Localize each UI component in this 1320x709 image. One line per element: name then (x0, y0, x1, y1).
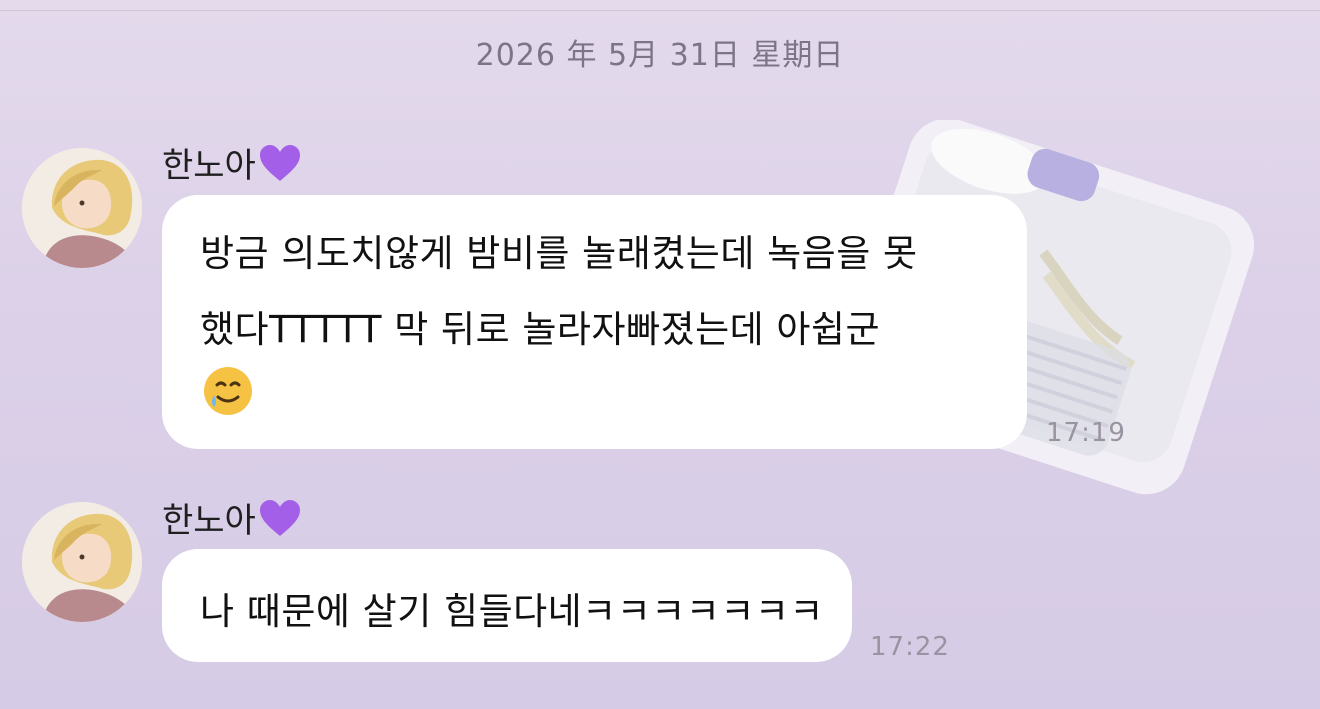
avatar[interactable] (22, 148, 142, 268)
smiling-face-with-tear-icon (204, 367, 252, 415)
sender-name: 한노아 (162, 493, 302, 542)
message-bubble[interactable]: 방금 의도치않게 밤비를 놀래켰는데 녹음을 못 했다TTTTT 막 뒤로 놀라… (162, 195, 1027, 449)
purple-heart-icon (259, 144, 300, 181)
message-line: 나 때문에 살기 힘들다네ㅋㅋㅋㅋㅋㅋㅋ (200, 590, 824, 633)
message-line: 방금 의도치않게 밤비를 놀래켰는데 녹음을 못 (200, 232, 918, 275)
avatar[interactable] (22, 502, 142, 622)
message-line: 했다TTTTT 막 뒤로 놀라자빠졌는데 아쉽군 (200, 308, 881, 351)
top-divider (0, 10, 1320, 11)
message-timestamp: 17:19 (1046, 418, 1126, 448)
date-separator: 2026 年 5月 31日 星期日 (475, 38, 845, 73)
message-timestamp: 17:22 (870, 632, 950, 662)
message-bubble[interactable]: 나 때문에 살기 힘들다네ㅋㅋㅋㅋㅋㅋㅋ (162, 549, 852, 662)
sender-name-label: 한노아 (162, 501, 256, 541)
purple-heart-icon (259, 499, 300, 536)
sender-name-label: 한노아 (162, 146, 256, 186)
sender-name: 한노아 (162, 138, 302, 187)
